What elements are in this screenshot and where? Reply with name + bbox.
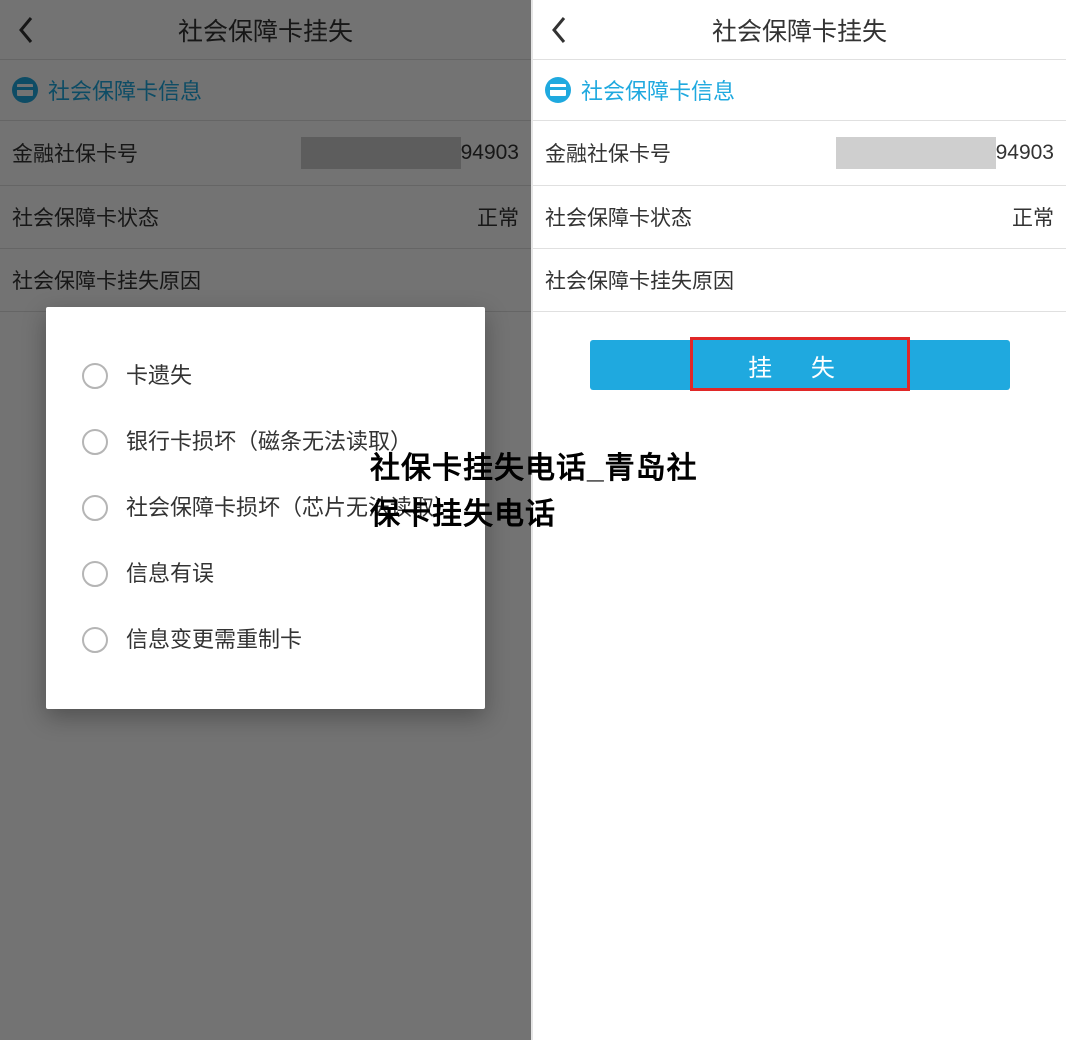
- masked-segment: [836, 137, 996, 169]
- overlay-caption: 社保卡挂失电话_青岛社保卡挂失电话: [370, 446, 720, 538]
- card-number-value: 94903: [836, 137, 1054, 169]
- status-value: 正常: [1012, 202, 1054, 232]
- field-label: 金融社保卡号: [545, 138, 671, 168]
- card-number-tail: 94903: [996, 141, 1054, 165]
- radio-icon: [82, 363, 108, 389]
- field-status: 社会保障卡状态 正常: [533, 186, 1066, 249]
- chevron-left-icon: [550, 16, 568, 44]
- back-button[interactable]: [545, 16, 573, 44]
- info-banner: 社会保障卡信息: [533, 60, 1066, 121]
- header: 社会保障卡挂失: [533, 0, 1066, 60]
- reason-option[interactable]: 卡遗失: [82, 343, 449, 409]
- reason-option-label: 信息变更需重制卡: [126, 625, 302, 655]
- info-banner-label: 社会保障卡信息: [581, 74, 735, 106]
- field-reason[interactable]: 社会保障卡挂失原因: [533, 249, 1066, 312]
- reason-option[interactable]: 信息有误: [82, 541, 449, 607]
- reason-option-label: 卡遗失: [126, 361, 192, 391]
- radio-icon: [82, 495, 108, 521]
- submit-button-label: 挂 失: [748, 348, 851, 383]
- field-card-number: 金融社保卡号 94903: [533, 121, 1066, 186]
- submit-button[interactable]: 挂 失: [590, 340, 1010, 390]
- card-icon: [545, 77, 571, 103]
- radio-icon: [82, 561, 108, 587]
- field-label: 社会保障卡状态: [545, 202, 692, 232]
- radio-icon: [82, 627, 108, 653]
- reason-option-label: 信息有误: [126, 559, 214, 589]
- radio-icon: [82, 429, 108, 455]
- reason-option[interactable]: 信息变更需重制卡: [82, 607, 449, 673]
- page-title: 社会保障卡挂失: [533, 12, 1066, 48]
- field-label: 社会保障卡挂失原因: [545, 265, 734, 295]
